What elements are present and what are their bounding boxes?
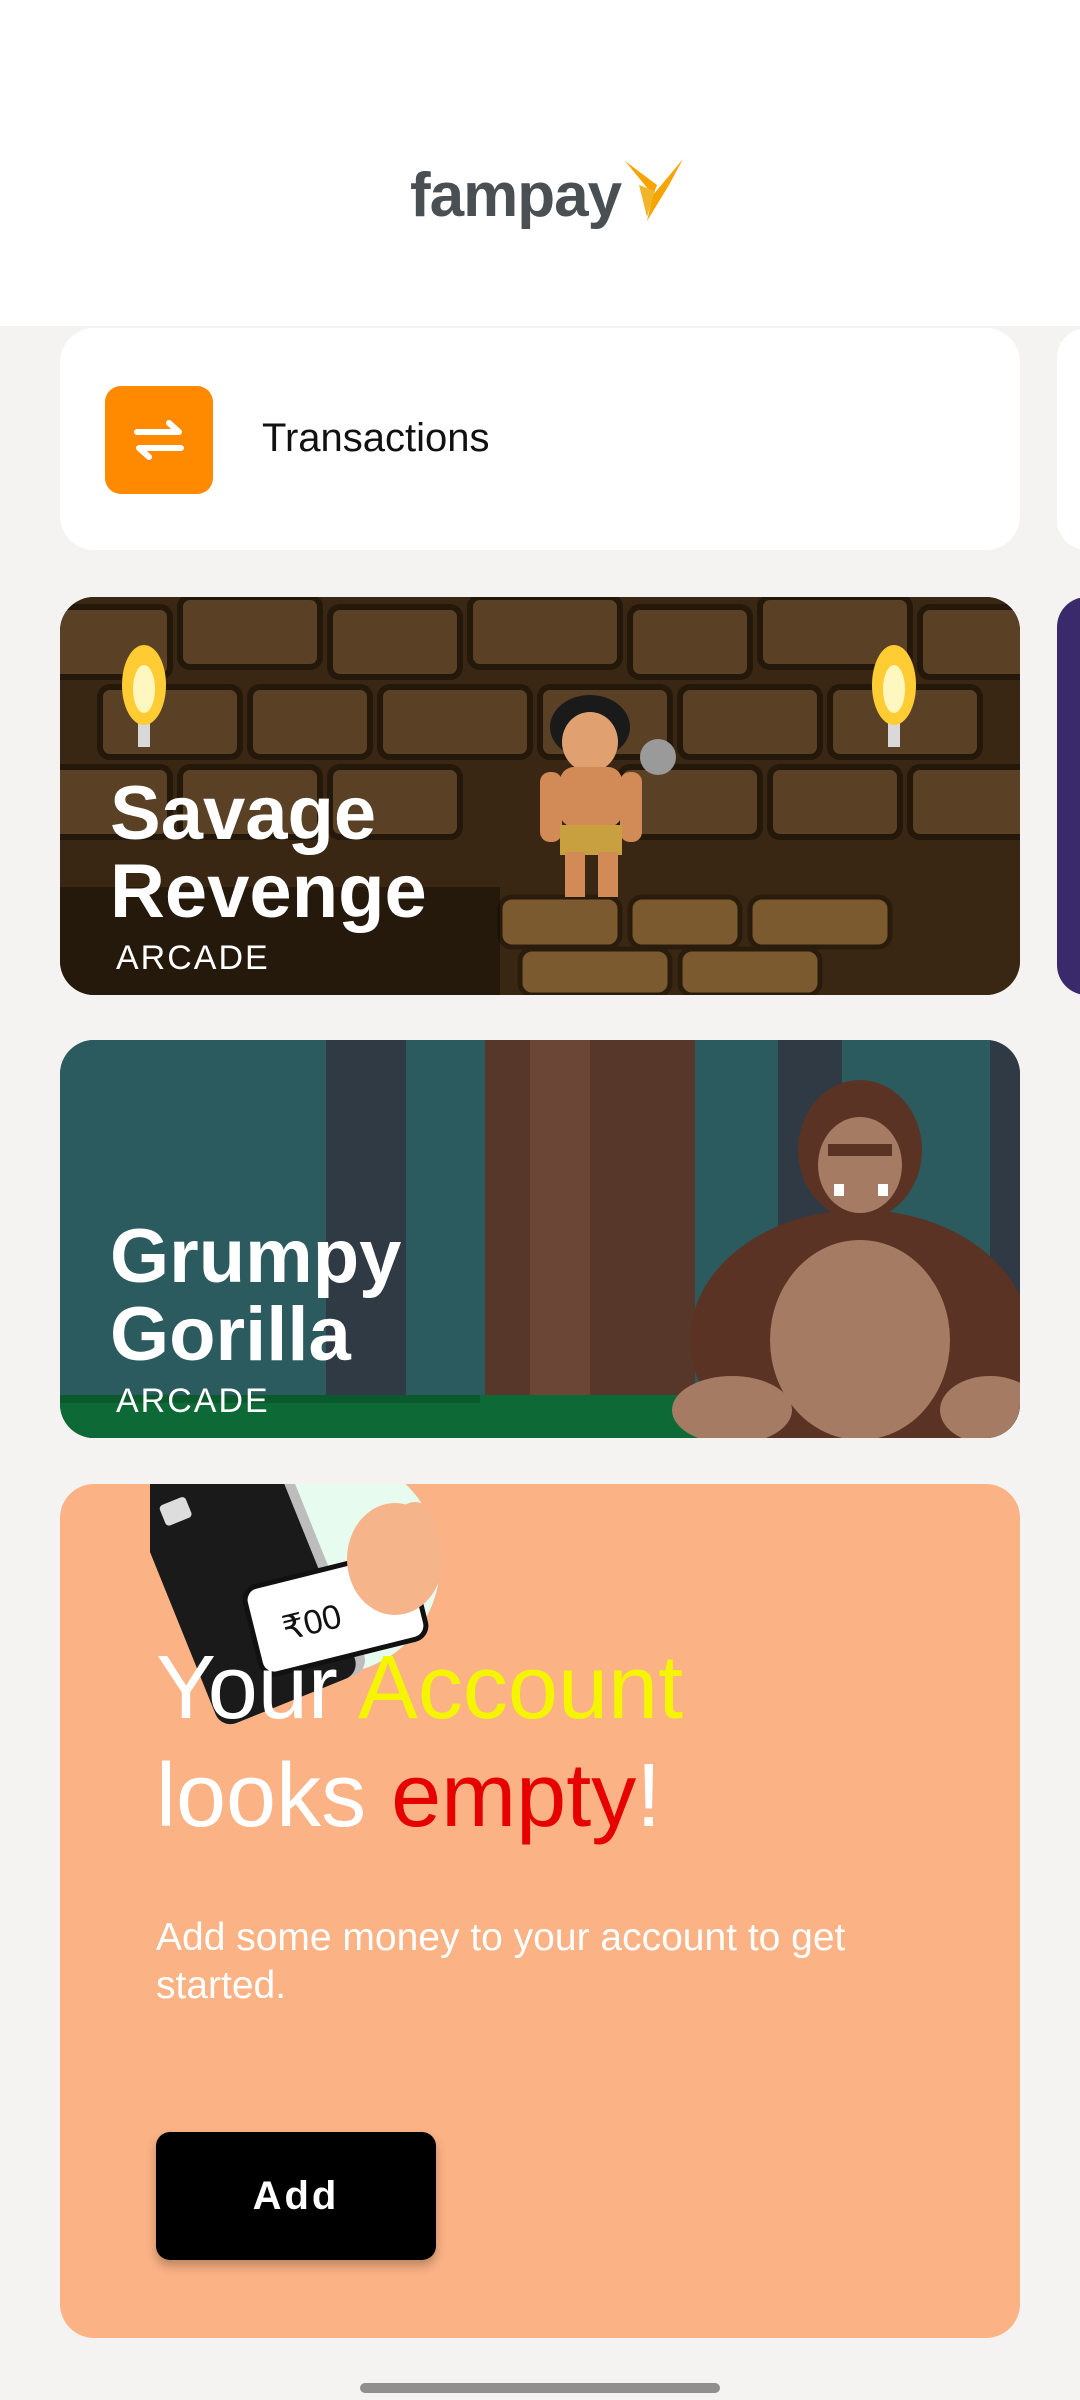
add-money-button[interactable]: Add: [156, 2132, 436, 2260]
next-quick-action-card[interactable]: [1057, 328, 1080, 550]
gesture-home-bar[interactable]: [360, 2383, 720, 2393]
headline-word-looks: looks: [156, 1746, 392, 1846]
game-title-line2: Gorilla: [110, 1292, 351, 1377]
game-title-line1: Grumpy: [110, 1214, 402, 1299]
fampay-bird-icon: [625, 159, 684, 221]
fampay-logo: fampay: [410, 150, 687, 240]
game-title-line1: Savage: [110, 771, 377, 856]
game-card-savage-revenge[interactable]: Savage Revenge ARCADE: [60, 597, 1020, 995]
logo-text: fampay: [410, 160, 622, 230]
promo-subtitle: Add some money to your account to get st…: [156, 1916, 846, 2007]
transactions-label: Transactions: [262, 416, 490, 460]
game-card-grumpy-gorilla[interactable]: Grumpy Gorilla ARCADE: [60, 1040, 1020, 1438]
game-title-line2: Revenge: [110, 849, 427, 934]
headline-word-your: Your: [156, 1638, 358, 1738]
swap-arrows-icon: [105, 386, 213, 494]
game-category: ARCADE: [116, 939, 270, 977]
empty-account-card: ₹00 Your Account looks empty! Add some mo…: [60, 1484, 1020, 2338]
app-header: fampay: [0, 0, 1080, 326]
game-category: ARCADE: [116, 1382, 270, 1420]
headline-word-empty: empty: [391, 1746, 637, 1846]
headline-exclamation: !: [636, 1746, 662, 1846]
promo-headline: Your Account looks empty!: [156, 1634, 856, 1850]
headline-word-account: Account: [357, 1638, 684, 1738]
transactions-card[interactable]: Transactions: [60, 328, 1020, 550]
next-game-card[interactable]: [1057, 597, 1080, 995]
